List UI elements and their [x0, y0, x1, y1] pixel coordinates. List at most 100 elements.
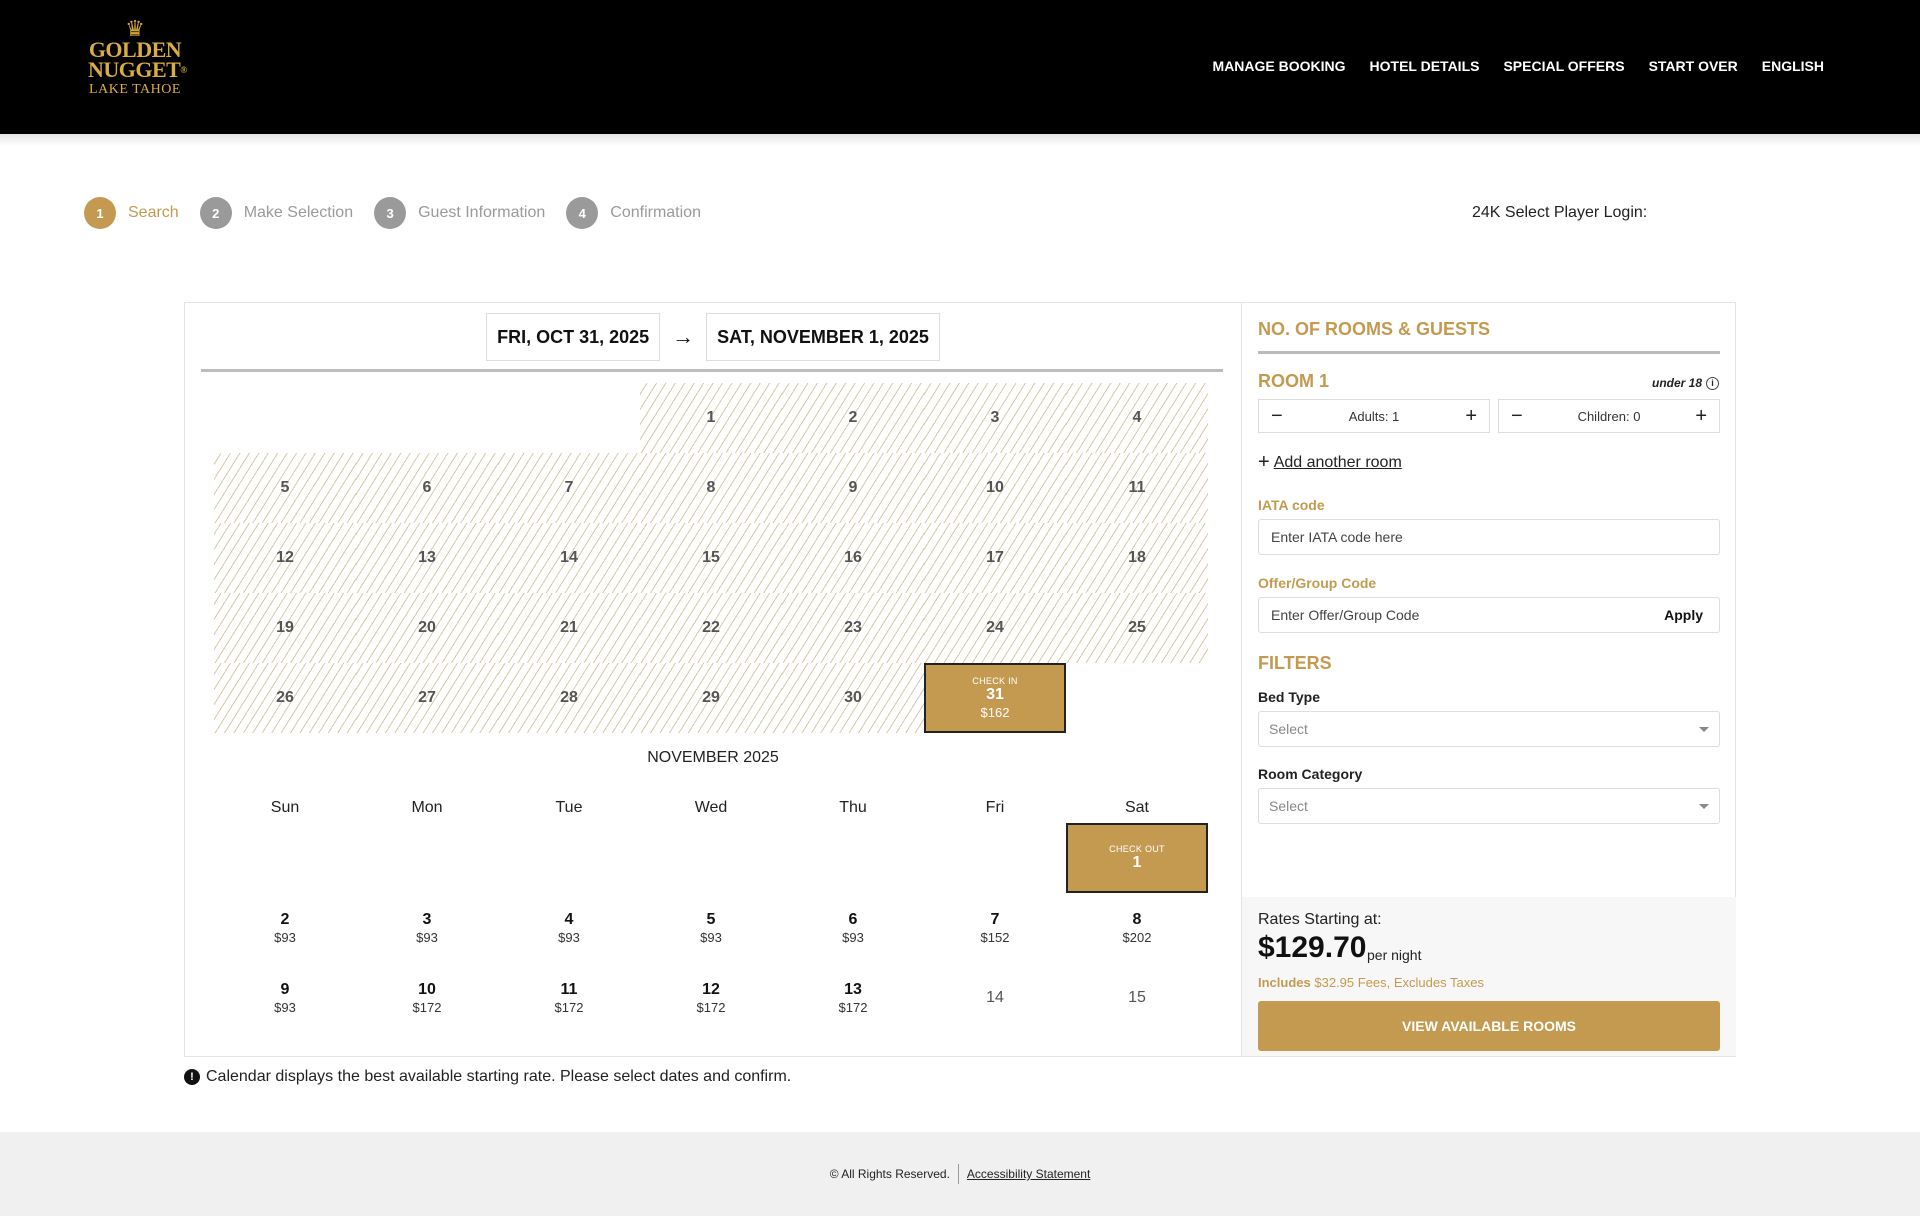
calendar-day-unavailable: 20: [356, 593, 498, 663]
offer-code-label: Offer/Group Code: [1258, 575, 1377, 591]
adults-stepper: − Adults: 1 +: [1258, 399, 1490, 433]
weekday-header: Sun Mon Tue Wed Thu Fri Sat: [214, 799, 1208, 823]
weekday-label: Mon: [411, 799, 443, 816]
rates-box: Rates Starting at: $129.70 per night Inc…: [1242, 897, 1736, 1056]
day-number: 6: [422, 479, 432, 496]
calendar-day-unavailable: 15: [640, 523, 782, 593]
day-number: 3: [990, 409, 1000, 426]
check-in-date[interactable]: FRI, OCT 31, 2025: [486, 313, 661, 361]
calendar-day-unavailable: 13: [356, 523, 498, 593]
calendar-day-available[interactable]: 13 $172: [782, 963, 924, 1033]
calendar-note-text: Calendar displays the best available sta…: [206, 1068, 792, 1085]
day-number: 12: [276, 549, 294, 566]
calendar-day-available[interactable]: 2 $93: [214, 893, 356, 963]
add-room-label[interactable]: Add another room: [1274, 454, 1402, 472]
calendar-day-unavailable: 6: [356, 453, 498, 523]
calendar-day-available[interactable]: 8 $202: [1066, 893, 1208, 963]
calendar-day-unavailable: 8: [640, 453, 782, 523]
adults-plus-button[interactable]: +: [1465, 405, 1477, 428]
check-out-tag: CHECK OUT: [1109, 844, 1165, 854]
main-nav: MANAGE BOOKING HOTEL DETAILS SPECIAL OFF…: [1213, 58, 1824, 74]
copyright-text: © All Rights Reserved.: [829, 1167, 950, 1181]
iata-label: IATA code: [1258, 497, 1325, 513]
day-number: 8: [1132, 911, 1142, 928]
calendar-day[interactable]: 15: [1066, 963, 1208, 1033]
room-category-select[interactable]: Select: [1258, 788, 1720, 824]
site-header: ♛ GOLDEN NUGGET® LAKE TAHOE MANAGE BOOKI…: [0, 0, 1920, 134]
calendar-day[interactable]: 14: [924, 963, 1066, 1033]
calendar-day-available[interactable]: 7 $152: [924, 893, 1066, 963]
step-label: Guest Information: [418, 204, 546, 221]
bed-type-select[interactable]: Select: [1258, 711, 1720, 747]
day-number: 15: [702, 549, 720, 566]
step-number: 2: [199, 197, 232, 229]
calendar-day-check-out[interactable]: CHECK OUT 1: [1066, 823, 1208, 893]
calendar-day-available[interactable]: 11 $172: [498, 963, 640, 1033]
calendar-day-available[interactable]: 3 $93: [356, 893, 498, 963]
calendar-day-available[interactable]: 6 $93: [782, 893, 924, 963]
iata-input[interactable]: Enter IATA code here: [1258, 519, 1720, 555]
day-number: 30: [844, 689, 862, 706]
day-number: 28: [560, 689, 578, 706]
nav-language[interactable]: ENGLISH: [1762, 58, 1824, 74]
calendar-day-unavailable: 24: [924, 593, 1066, 663]
add-room-button[interactable]: + Add another room: [1258, 451, 1402, 474]
calendar-day-available[interactable]: 10 $172: [356, 963, 498, 1033]
offer-code-input[interactable]: Enter Offer/Group Code Apply: [1258, 597, 1720, 633]
footer-divider: [957, 1164, 959, 1184]
day-number: 19: [276, 619, 294, 636]
day-number: 18: [1128, 549, 1146, 566]
day-number: 6: [848, 911, 858, 928]
step-number: 4: [566, 197, 599, 229]
calendar-day-unavailable: 29: [640, 663, 782, 733]
adults-minus-button[interactable]: −: [1271, 405, 1283, 428]
calendar-note: ! Calendar displays the best available s…: [184, 1068, 791, 1086]
adults-value: Adults: 1: [1348, 408, 1400, 424]
day-number: 4: [1132, 409, 1142, 426]
calendar-day-available[interactable]: 12 $172: [640, 963, 782, 1033]
calendar-day-unavailable: 27: [356, 663, 498, 733]
day-number: 10: [986, 479, 1004, 496]
day-number: 14: [986, 989, 1004, 1006]
player-login-label[interactable]: 24K Select Player Login:: [1472, 204, 1647, 222]
calendar-day-unavailable: 5: [214, 453, 356, 523]
calendar-day-unavailable: 25: [1066, 593, 1208, 663]
day-number: 22: [702, 619, 720, 636]
golden-nugget-logo[interactable]: ♛ GOLDEN NUGGET® LAKE TAHOE: [88, 18, 187, 108]
calendar-day-unavailable: 7: [498, 453, 640, 523]
filters-title: FILTERS: [1258, 653, 1332, 673]
nav-special-offers[interactable]: SPECIAL OFFERS: [1503, 58, 1624, 74]
november-title: NOVEMBER 2025: [647, 749, 779, 766]
calendar-day-available[interactable]: 4 $93: [498, 893, 640, 963]
day-price: $172: [554, 1000, 584, 1015]
nav-start-over[interactable]: START OVER: [1649, 58, 1738, 74]
weekday-label: Sat: [1124, 799, 1149, 816]
info-icon[interactable]: i: [1706, 376, 1719, 390]
rate-amount: $129.70: [1258, 931, 1367, 964]
site-footer: © All Rights Reserved. Accessibility Sta…: [0, 1132, 1920, 1216]
calendar-day-unavailable: 16: [782, 523, 924, 593]
day-price: $93: [274, 1000, 296, 1015]
calendar-day-check-in[interactable]: CHECK IN 31 $162: [924, 663, 1066, 733]
day-number: 17: [986, 549, 1004, 566]
children-minus-button[interactable]: −: [1511, 405, 1523, 428]
day-number: 15: [1128, 989, 1146, 1006]
day-number: 16: [844, 549, 862, 566]
fees-note: Includes $32.95 Fees, Excludes Taxes: [1258, 975, 1484, 990]
check-out-date[interactable]: SAT, NOVEMBER 1, 2025: [706, 313, 940, 361]
day-price: $93: [842, 930, 864, 945]
accessibility-statement-link[interactable]: Accessibility Statement: [967, 1167, 1090, 1181]
day-number: 5: [280, 479, 290, 496]
children-plus-button[interactable]: +: [1695, 405, 1707, 428]
calendar-day-available[interactable]: 9 $93: [214, 963, 356, 1033]
view-available-rooms-button[interactable]: VIEW AVAILABLE ROOMS: [1258, 1001, 1720, 1051]
step-number: 1: [84, 197, 116, 229]
day-number: 31: [986, 686, 1004, 703]
day-number: 24: [986, 619, 1004, 636]
apply-button[interactable]: Apply: [1664, 607, 1703, 623]
day-number: 25: [1128, 619, 1146, 636]
nav-manage-booking[interactable]: MANAGE BOOKING: [1213, 58, 1346, 74]
nav-hotel-details[interactable]: HOTEL DETAILS: [1370, 58, 1480, 74]
calendar-day-available[interactable]: 5 $93: [640, 893, 782, 963]
step-make-selection: 2 Make Selection: [199, 197, 353, 229]
